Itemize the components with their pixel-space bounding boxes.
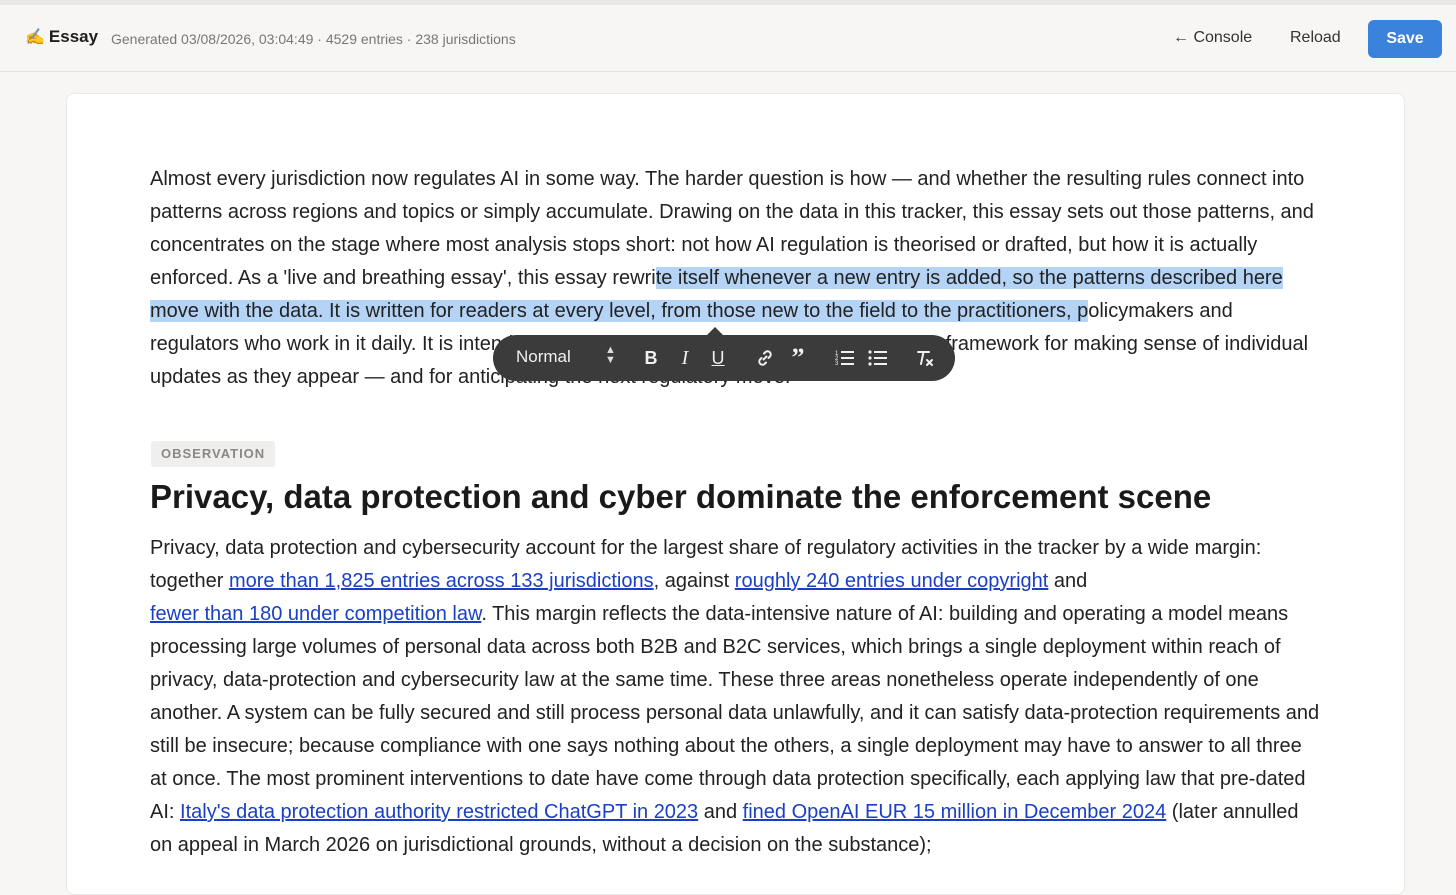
save-button[interactable]: Save <box>1368 20 1442 58</box>
copyright-entries-link[interactable]: roughly 240 entries under copyright <box>735 570 1049 592</box>
section-heading[interactable]: Privacy, data protection and cyber domin… <box>150 478 1211 516</box>
svg-text:3: 3 <box>835 361 839 367</box>
paragraph-format-select[interactable]: Normal <box>516 347 571 367</box>
writing-hand-icon: ✍️ <box>25 29 45 46</box>
app-brand: ✍️ Essay <box>25 27 98 47</box>
section-badge: OBSERVATION <box>151 441 276 467</box>
ordered-list-icon[interactable]: 1 2 3 <box>833 345 857 371</box>
console-link[interactable]: ← Console <box>1173 29 1252 47</box>
italic-button[interactable]: I <box>673 345 697 371</box>
bold-button[interactable]: B <box>639 345 663 371</box>
app-title: Essay <box>48 27 99 46</box>
body-text: . This margin reflects the data-intensiv… <box>150 603 1320 823</box>
app-header: ✍️ Essay Generated 03/08/2026, 03:04:49 … <box>0 5 1456 72</box>
format-toolbar: Normal ▲ ▼ B I U ” 1 2 3 <box>493 327 955 381</box>
competition-entries-link[interactable]: fewer than 180 under competition law <box>150 603 481 625</box>
openai-fine-link[interactable]: fined OpenAI EUR 15 million in December … <box>743 801 1167 823</box>
generation-meta: Generated 03/08/2026, 03:04:49 · 4529 en… <box>111 31 516 47</box>
link-icon[interactable] <box>753 345 777 371</box>
body-text: and <box>1048 570 1088 592</box>
privacy-entries-link[interactable]: more than 1,825 entries across 133 juris… <box>229 570 654 592</box>
underline-button[interactable]: U <box>706 345 730 371</box>
clear-format-icon[interactable] <box>913 345 937 371</box>
body-text: , against <box>653 570 735 592</box>
up-down-arrows-icon[interactable]: ▲ ▼ <box>605 345 616 366</box>
reload-button[interactable]: Reload <box>1290 29 1341 47</box>
section-paragraph[interactable]: Privacy, data protection and cybersecuri… <box>150 532 1320 862</box>
quote-button[interactable]: ” <box>786 343 810 372</box>
italy-chatgpt-link[interactable]: Italy's data protection authority restri… <box>180 801 698 823</box>
bullet-list-icon[interactable] <box>866 345 890 371</box>
body-text: and <box>698 801 743 823</box>
